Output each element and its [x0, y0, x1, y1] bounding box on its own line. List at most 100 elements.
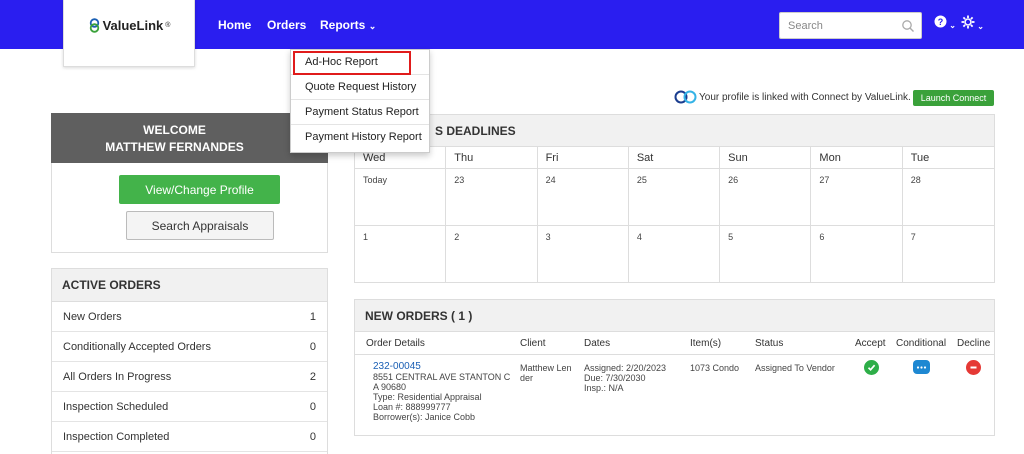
- deadlines-panel: S DEADLINES Wed Thu Fri Sat Sun Mon Tue …: [354, 114, 995, 283]
- column-header-dates: Dates: [584, 338, 611, 349]
- order-assigned-date: Assigned: 2/20/2023: [584, 363, 667, 373]
- order-due-date: Due: 7/30/2030: [584, 373, 646, 383]
- order-type: Type: Residential Appraisal: [373, 392, 482, 402]
- order-dates-cell: Assigned: 2/20/2023 Due: 7/30/2030 Insp.…: [584, 363, 666, 393]
- conditional-chat-icon[interactable]: [913, 360, 930, 374]
- column-header-decline: Decline: [957, 338, 991, 349]
- search-box[interactable]: [779, 12, 922, 39]
- order-client-line2: der: [520, 373, 534, 383]
- active-orders-title: ACTIVE ORDERS: [52, 269, 327, 302]
- active-order-row[interactable]: All Orders In Progress 2: [52, 362, 327, 392]
- connect-logo-icon: [674, 90, 697, 104]
- column-header-client: Client: [520, 338, 546, 349]
- nav-reports[interactable]: Reports ⌄: [320, 18, 376, 32]
- order-borrower: Borrower(s): Janice Cobb: [373, 412, 476, 422]
- new-orders-panel: NEW ORDERS ( 1 ) Order Details Client Da…: [354, 299, 995, 436]
- order-client-cell: Matthew Len der: [520, 363, 572, 383]
- active-orders-panel: ACTIVE ORDERS New Orders 1 Conditionally…: [51, 268, 328, 454]
- chevron-down-icon: ⌄: [368, 21, 377, 31]
- order-address-line2: A 90680: [373, 382, 407, 392]
- calendar-day-cell[interactable]: 2: [446, 226, 538, 283]
- nav-reports-label: Reports: [320, 18, 366, 32]
- welcome-header: WELCOME MATTHEW FERNANDES: [51, 113, 328, 163]
- table-divider: [355, 354, 994, 355]
- view-change-profile-button[interactable]: View/Change Profile: [119, 175, 280, 204]
- calendar-day-cell[interactable]: 6: [811, 226, 903, 283]
- reports-dropdown-menu: Ad-Hoc Report Quote Request History Paym…: [290, 49, 430, 153]
- search-input[interactable]: [788, 19, 898, 32]
- active-order-count: 1: [309, 310, 316, 323]
- order-inspection-date: Insp.: N/A: [584, 383, 624, 393]
- column-header-accept: Accept: [855, 338, 886, 349]
- new-orders-title: NEW ORDERS ( 1 ): [355, 300, 994, 332]
- svg-text:?: ?: [938, 17, 944, 27]
- connect-message: Your profile is linked with Connect by V…: [699, 91, 911, 103]
- calendar-day-cell[interactable]: 28: [902, 169, 994, 226]
- valuelink-logo-icon: [89, 17, 99, 33]
- active-order-row[interactable]: Inspection Completed 0: [52, 422, 327, 452]
- calendar-day-header: Sat: [628, 147, 721, 169]
- ellipsis-icon: [916, 365, 927, 369]
- launch-connect-button[interactable]: Launch Connect: [913, 90, 994, 106]
- accept-check-icon[interactable]: [864, 360, 879, 375]
- active-order-count: 0: [309, 430, 316, 443]
- order-loan-number: Loan #: 888999777: [373, 402, 451, 412]
- help-circle-icon: ?: [934, 15, 947, 28]
- menu-item-adhoc-report[interactable]: Ad-Hoc Report: [291, 50, 429, 75]
- calendar-day-cell[interactable]: 7: [902, 226, 994, 283]
- active-order-label: All Orders In Progress: [63, 370, 172, 383]
- active-order-label: New Orders: [63, 310, 122, 323]
- calendar-day-header: Mon: [811, 147, 903, 169]
- menu-item-payment-status-report[interactable]: Payment Status Report: [291, 100, 429, 125]
- active-order-label: Inspection Scheduled: [63, 400, 169, 413]
- deadlines-title: S DEADLINES: [355, 115, 994, 147]
- order-address-line1: 8551 CENTRAL AVE STANTON C: [373, 372, 511, 382]
- calendar-day-cell[interactable]: Today: [355, 169, 447, 226]
- calendar-day-cell[interactable]: 23: [446, 169, 538, 226]
- welcome-line: WELCOME: [143, 123, 206, 137]
- active-order-row[interactable]: Inspection Scheduled 0: [52, 392, 327, 422]
- calendar-day-cell[interactable]: 1: [355, 226, 447, 283]
- column-header-order-details: Order Details: [366, 338, 425, 349]
- search-icon[interactable]: [901, 19, 915, 33]
- welcome-user-name: MATTHEW FERNANDES: [105, 140, 244, 154]
- minus-icon: [970, 366, 977, 369]
- settings-gear-icon: [961, 15, 975, 29]
- menu-item-quote-request-history[interactable]: Quote Request History: [291, 75, 429, 100]
- active-order-count: 2: [309, 370, 316, 383]
- calendar-day-header: Fri: [537, 147, 629, 169]
- order-number-link[interactable]: 232-00045: [373, 362, 510, 372]
- active-order-label: Inspection Completed: [63, 430, 170, 443]
- calendar-day-cell[interactable]: 24: [537, 169, 629, 226]
- calendar-day-cell[interactable]: 4: [628, 226, 721, 283]
- active-order-count: 0: [309, 400, 316, 413]
- calendar-day-cell[interactable]: 25: [628, 169, 721, 226]
- search-appraisals-button[interactable]: Search Appraisals: [126, 211, 274, 240]
- calendar-day-header: Sun: [720, 147, 812, 169]
- nav-orders[interactable]: Orders: [267, 18, 306, 32]
- order-items-cell: 1073 Condo: [690, 363, 740, 373]
- active-order-row[interactable]: Conditionally Accepted Orders 0: [52, 332, 327, 362]
- checkmark-icon: [867, 364, 876, 372]
- calendar-day-header: Thu: [446, 147, 538, 169]
- active-order-label: Conditionally Accepted Orders: [63, 340, 211, 353]
- nav-home[interactable]: Home: [218, 18, 251, 32]
- active-order-count: 0: [309, 340, 316, 353]
- order-details-cell: 232-00045 8551 CENTRAL AVE STANTON C A 9…: [373, 362, 511, 423]
- order-status-cell: Assigned To Vendor: [755, 363, 835, 373]
- calendar-day-cell[interactable]: 26: [720, 169, 812, 226]
- connect-status: Your profile is linked with Connect by V…: [673, 90, 911, 104]
- calendar-day-cell[interactable]: 3: [537, 226, 629, 283]
- order-client-line1: Matthew Len: [520, 363, 572, 373]
- help-icon[interactable]: ? ⌄: [934, 15, 956, 31]
- brand-mark: ®: [165, 21, 171, 29]
- menu-item-payment-history-report[interactable]: Payment History Report: [291, 125, 429, 150]
- gear-icon[interactable]: ⌄: [961, 15, 984, 32]
- column-header-conditional: Conditional: [896, 338, 947, 349]
- calendar-day-cell[interactable]: 5: [720, 226, 812, 283]
- calendar-day-header: Tue: [902, 147, 994, 169]
- decline-minus-icon[interactable]: [966, 360, 981, 375]
- active-order-row[interactable]: New Orders 1: [52, 302, 327, 332]
- calendar-day-cell[interactable]: 27: [811, 169, 903, 226]
- brand-logo[interactable]: ValueLink ®: [63, 0, 195, 67]
